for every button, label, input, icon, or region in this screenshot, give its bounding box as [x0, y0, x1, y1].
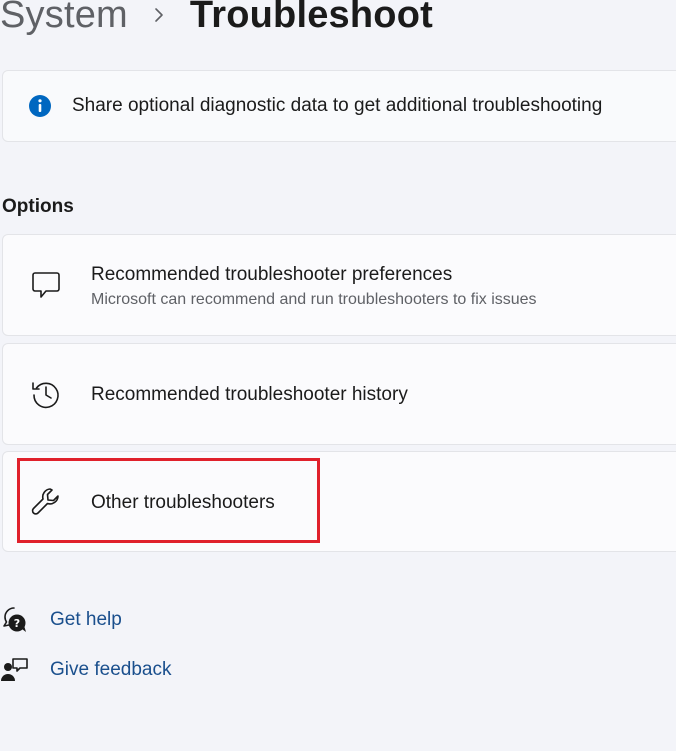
- option-title: Recommended troubleshooter preferences: [91, 264, 453, 285]
- options-section-label: Options: [2, 196, 74, 217]
- option-recommended-preferences[interactable]: Recommended troubleshooter preferences M…: [2, 234, 676, 336]
- breadcrumb: System Troubleshoot: [0, 0, 433, 40]
- page-title: Troubleshoot: [189, 0, 433, 36]
- info-icon: [28, 94, 52, 118]
- banner-text: Share optional diagnostic data to get ad…: [72, 95, 603, 116]
- option-title: Other troubleshooters: [91, 492, 275, 513]
- get-help-label: Get help: [50, 609, 122, 630]
- chevron-right-icon: [128, 7, 190, 23]
- give-feedback-link[interactable]: Give feedback: [0, 653, 171, 687]
- feedback-icon: [0, 655, 30, 685]
- breadcrumb-system[interactable]: System: [0, 0, 128, 37]
- get-help-link[interactable]: ? Get help: [0, 603, 122, 637]
- option-recommended-history[interactable]: Recommended troubleshooter history: [2, 343, 676, 445]
- troubleshoot-page: System Troubleshoot Share optional diagn…: [0, 0, 676, 751]
- svg-text:?: ?: [14, 617, 20, 630]
- diagnostic-data-banner: Share optional diagnostic data to get ad…: [2, 70, 676, 142]
- option-other-troubleshooters[interactable]: Other troubleshooters: [2, 451, 676, 552]
- help-chat-icon: ?: [0, 605, 30, 635]
- wrench-icon: [29, 485, 63, 519]
- give-feedback-label: Give feedback: [50, 659, 172, 680]
- history-icon: [29, 377, 63, 411]
- option-title: Recommended troubleshooter history: [91, 384, 408, 405]
- chat-bubble-icon: [29, 267, 63, 301]
- option-subtitle: Microsoft can recommend and run troubles…: [91, 291, 537, 308]
